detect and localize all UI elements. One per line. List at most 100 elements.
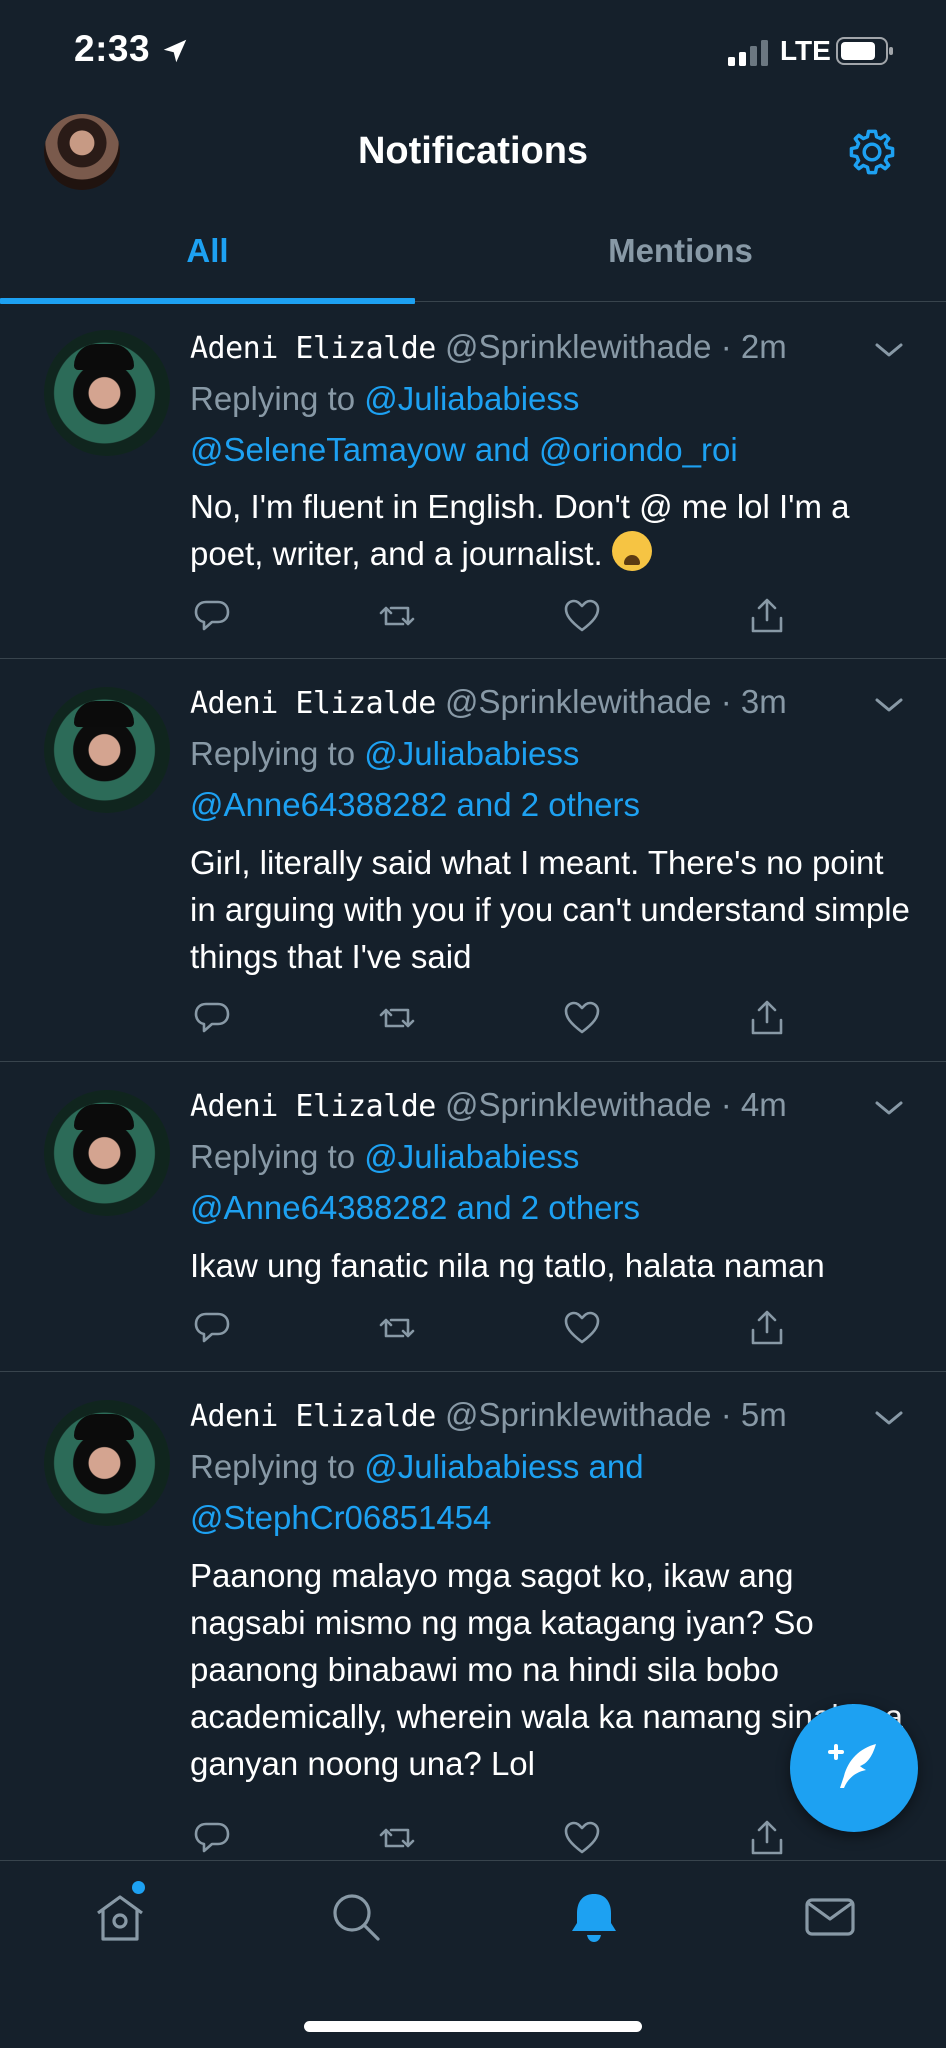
like-button[interactable] xyxy=(562,1308,602,1348)
share-button[interactable] xyxy=(747,1818,787,1858)
notifications-screen: 2:33 LTE Notifications All Mentions Aden… xyxy=(0,0,946,2048)
mention-link[interactable]: @Anne64388282 and 2 others xyxy=(190,1189,640,1226)
bell-icon xyxy=(572,1894,616,1942)
author-handle: @Sprinklewithade xyxy=(445,683,712,720)
replying-to-label: Replying to xyxy=(190,380,356,417)
author-name[interactable]: Adeni Elizalde xyxy=(190,1399,436,1434)
chevron-down-icon[interactable] xyxy=(872,1098,906,1118)
tweet-actions xyxy=(190,1308,790,1348)
chevron-down-icon[interactable] xyxy=(872,695,906,715)
reply-button[interactable] xyxy=(192,596,232,636)
share-button[interactable] xyxy=(747,1308,787,1348)
replying-to: Replying to @Juliababiess @Anne64388282 … xyxy=(190,728,910,830)
chevron-down-icon[interactable] xyxy=(872,1408,906,1428)
network-label: LTE xyxy=(780,35,831,66)
replying-to-label: Replying to xyxy=(190,735,356,772)
compose-button[interactable] xyxy=(790,1704,918,1832)
like-button[interactable] xyxy=(562,998,602,1038)
status-time: 2:33 xyxy=(74,28,151,69)
replying-to-label: Replying to xyxy=(190,1448,356,1485)
mention-link[interactable]: @Juliababiess xyxy=(364,380,579,417)
replying-to: Replying to @Juliababiess @SeleneTamayow… xyxy=(190,373,910,475)
author-handle: @Sprinklewithade xyxy=(445,1086,712,1123)
avatar[interactable] xyxy=(44,1090,170,1216)
tweet-time: 2m xyxy=(740,328,787,365)
avatar[interactable] xyxy=(44,330,170,456)
tweet-card[interactable]: Adeni Elizalde @Sprinklewithade · 3m Rep… xyxy=(0,659,946,1062)
tweet-header: Adeni Elizalde @Sprinklewithade · 3m xyxy=(190,683,787,721)
reply-icon xyxy=(194,600,230,631)
mention-link[interactable]: @StephCr06851454 xyxy=(190,1499,491,1536)
author-handle: @Sprinklewithade xyxy=(445,328,712,365)
retweet-button[interactable] xyxy=(377,1308,417,1348)
like-icon xyxy=(564,1311,600,1344)
chevron-down-icon[interactable] xyxy=(872,340,906,360)
like-icon xyxy=(564,1821,600,1854)
mention-link[interactable]: @Juliababiess xyxy=(364,735,579,772)
retweet-icon xyxy=(379,1318,415,1338)
separator-dot: · xyxy=(720,1086,732,1123)
retweet-icon xyxy=(379,1828,415,1848)
mention-link[interactable]: @Juliababiess and xyxy=(364,1448,643,1485)
mention-link[interactable]: @Juliababiess xyxy=(364,1138,579,1175)
share-icon xyxy=(751,1310,783,1345)
tab-mentions[interactable]: Mentions xyxy=(473,210,888,302)
mention-link[interactable]: @oriondo_roi xyxy=(539,431,738,468)
share-button[interactable] xyxy=(747,998,787,1038)
reply-button[interactable] xyxy=(192,1308,232,1348)
nav-messages[interactable] xyxy=(802,1889,858,1945)
retweet-button[interactable] xyxy=(377,596,417,636)
replying-to: Replying to @Juliababiess @Anne64388282 … xyxy=(190,1131,910,1233)
share-icon xyxy=(751,1000,783,1035)
tweet-text-content: No, I'm fluent in English. Don't @ me lo… xyxy=(190,488,850,572)
status-bar: 2:33 LTE xyxy=(0,0,946,100)
nav-home[interactable] xyxy=(92,1889,148,1945)
home-indicator xyxy=(304,2021,642,2032)
like-button[interactable] xyxy=(562,596,602,636)
nav-search[interactable] xyxy=(328,1889,384,1945)
share-button[interactable] xyxy=(747,596,787,636)
header: Notifications xyxy=(0,100,946,210)
nav-notifications[interactable] xyxy=(566,1889,622,1945)
retweet-button[interactable] xyxy=(377,998,417,1038)
notification-tabs: All Mentions xyxy=(0,210,946,304)
gear-icon[interactable] xyxy=(846,126,898,178)
tab-all[interactable]: All xyxy=(0,210,415,302)
author-name[interactable]: Adeni Elizalde xyxy=(190,1089,436,1124)
tweet-text: Girl, literally said what I meant. There… xyxy=(190,844,910,975)
battery-icon xyxy=(836,37,893,65)
tweet-actions xyxy=(190,998,790,1038)
reply-icon xyxy=(194,1312,230,1343)
tweet-text: Ikaw ung fanatic nila ng tatlo, halata n… xyxy=(190,1247,825,1284)
reply-button[interactable] xyxy=(192,998,232,1038)
reply-button[interactable] xyxy=(192,1818,232,1858)
location-arrow-icon xyxy=(163,39,187,63)
tweet-header: Adeni Elizalde @Sprinklewithade · 2m xyxy=(190,328,787,366)
share-icon xyxy=(751,1820,783,1855)
like-button[interactable] xyxy=(562,1818,602,1858)
reply-icon xyxy=(194,1002,230,1033)
mention-conjunction: and xyxy=(474,431,530,468)
separator-dot: · xyxy=(720,683,732,720)
retweet-icon xyxy=(379,1008,415,1028)
reply-icon xyxy=(194,1822,230,1853)
replying-to: Replying to @Juliababiess and @StephCr06… xyxy=(190,1441,910,1543)
author-name[interactable]: Adeni Elizalde xyxy=(190,686,436,721)
author-name[interactable]: Adeni Elizalde xyxy=(190,331,436,366)
tweet-text: No, I'm fluent in English. Don't @ me lo… xyxy=(190,483,910,577)
mention-link[interactable]: @SeleneTamayow xyxy=(190,431,466,468)
page-title: Notifications xyxy=(357,130,589,172)
mail-icon xyxy=(805,1898,855,1936)
mention-link[interactable]: @Anne64388282 and 2 others xyxy=(190,786,640,823)
weary-face-emoji xyxy=(611,531,652,571)
separator-dot: · xyxy=(720,1396,732,1433)
search-icon xyxy=(333,1894,380,1941)
tweet-card[interactable]: Adeni Elizalde @Sprinklewithade · 2m Rep… xyxy=(0,302,946,659)
share-icon xyxy=(751,598,783,633)
tweet-card[interactable]: Adeni Elizalde @Sprinklewithade · 4m Rep… xyxy=(0,1062,946,1372)
retweet-button[interactable] xyxy=(377,1818,417,1858)
avatar[interactable] xyxy=(44,687,170,813)
separator-dot: · xyxy=(720,328,732,365)
signal-icon xyxy=(728,40,768,66)
avatar[interactable] xyxy=(44,1400,170,1526)
